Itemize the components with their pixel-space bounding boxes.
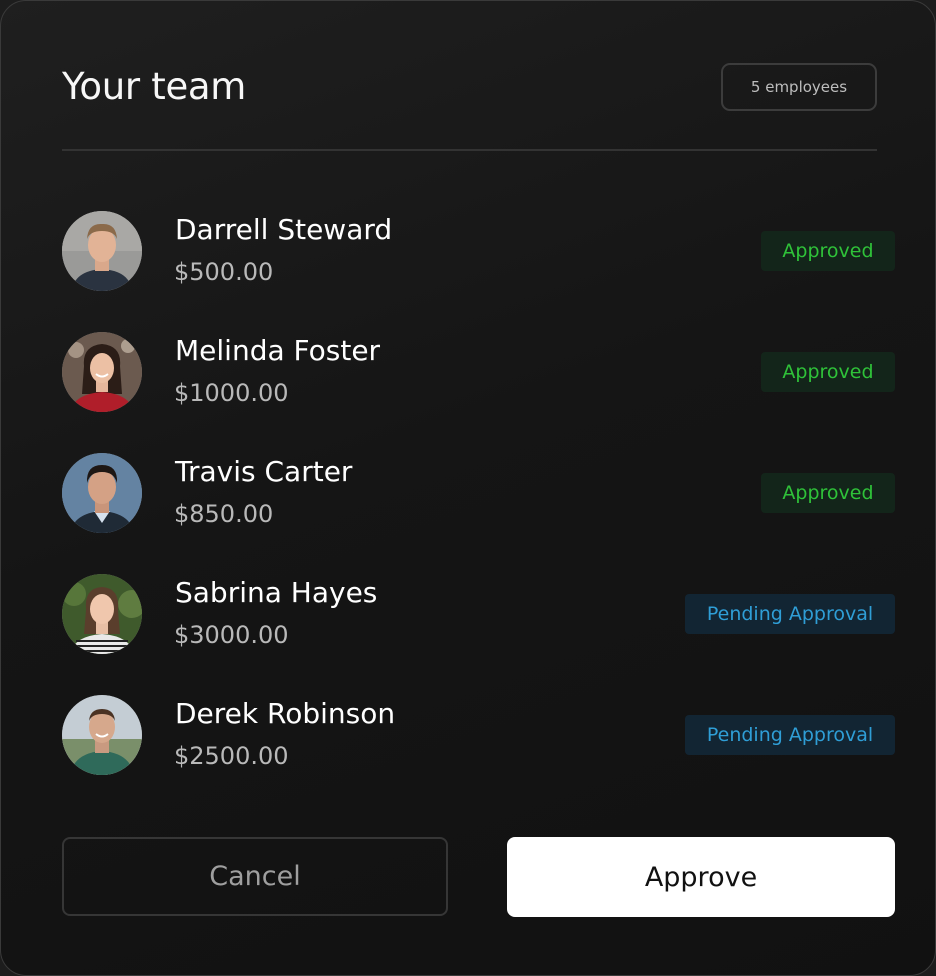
member-name: Darrell Steward [175,213,393,246]
team-approval-card: Your team 5 employees Darrell Steward $5… [0,0,936,976]
member-name: Travis Carter [175,455,353,488]
status-badge: Approved [761,473,895,513]
member-name: Sabrina Hayes [175,576,378,609]
team-member-row: Melinda Foster $1000.00 Approved [62,332,895,414]
member-amount: $500.00 [174,258,274,286]
approve-button[interactable]: Approve [507,837,895,917]
person-avatar-icon [62,453,142,533]
member-name: Melinda Foster [175,334,381,367]
cancel-button[interactable]: Cancel [62,837,448,916]
person-avatar-icon [62,695,142,775]
team-member-row: Travis Carter $850.00 Approved [62,453,895,535]
employee-count-badge: 5 employees [721,63,877,111]
member-name: Derek Robinson [175,697,396,730]
status-badge: Approved [761,231,895,271]
status-badge: Pending Approval [685,594,895,634]
person-avatar-icon [62,332,142,412]
status-badge: Approved [761,352,895,392]
person-avatar-icon [62,574,142,654]
team-member-row: Sabrina Hayes $3000.00 Pending Approval [62,574,895,656]
team-member-row: Darrell Steward $500.00 Approved [62,211,895,293]
person-avatar-icon [62,211,142,291]
member-amount: $850.00 [174,500,274,528]
member-amount: $3000.00 [174,621,289,649]
member-amount: $2500.00 [174,742,289,770]
card-title: Your team [62,65,247,108]
header-divider [62,149,877,151]
status-badge: Pending Approval [685,715,895,755]
team-member-row: Derek Robinson $2500.00 Pending Approval [62,695,895,777]
member-amount: $1000.00 [174,379,289,407]
